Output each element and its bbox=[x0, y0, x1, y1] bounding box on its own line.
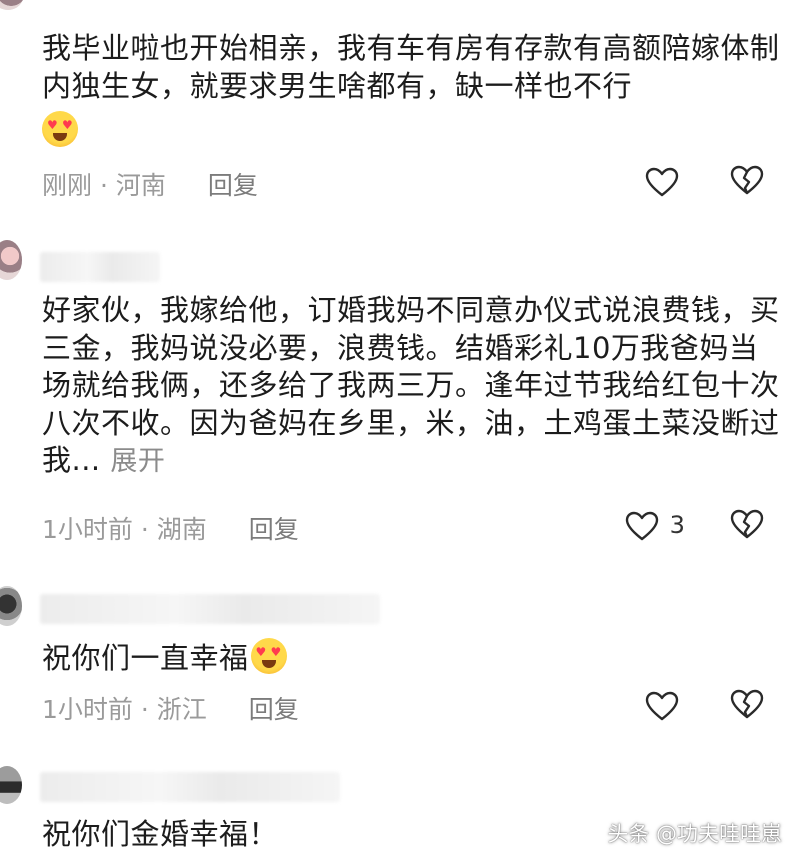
dislike-button[interactable] bbox=[730, 689, 764, 719]
heart-outline-icon bbox=[625, 509, 668, 540]
broken-heart-icon bbox=[730, 509, 764, 539]
comment-text: 祝你们一直幸福 ♥ ♥ bbox=[42, 638, 782, 678]
like-count: 3 bbox=[669, 511, 685, 539]
avatar[interactable] bbox=[0, 0, 24, 10]
like-button[interactable] bbox=[645, 165, 679, 197]
heart-outline-icon bbox=[645, 689, 679, 720]
comment-time: 1小时前 bbox=[42, 515, 133, 544]
avatar[interactable] bbox=[0, 240, 22, 280]
comment-time: 刚刚 bbox=[42, 171, 93, 200]
comment-meta: 1小时前 · 浙江 回复 bbox=[42, 695, 299, 724]
reply-button[interactable]: 回复 bbox=[249, 695, 299, 724]
heart-eyes-emoji: ♥ ♥ bbox=[250, 638, 287, 674]
reply-button[interactable]: 回复 bbox=[249, 515, 299, 544]
like-button[interactable]: 3 bbox=[625, 509, 685, 541]
broken-heart-icon bbox=[730, 689, 764, 719]
comment-meta: 刚刚 · 河南 回复 bbox=[42, 171, 258, 200]
like-button[interactable] bbox=[645, 689, 679, 721]
avatar[interactable] bbox=[0, 766, 22, 804]
comment-location: 浙江 bbox=[156, 695, 207, 724]
comment-time: 1小时前 bbox=[42, 695, 133, 724]
heart-outline-icon bbox=[645, 165, 679, 196]
comment-item: 好家伙，我嫁给他，订婚我妈不同意办仪式说浪费钱，买三金，我妈说没必要，浪费钱。结… bbox=[0, 230, 800, 560]
reply-button[interactable]: 回复 bbox=[208, 171, 258, 200]
comment-location: 湖南 bbox=[156, 515, 207, 544]
heart-eyes-emoji: ♥ ♥ bbox=[42, 111, 78, 147]
comment-location: 河南 bbox=[115, 171, 166, 200]
username-blurred bbox=[40, 772, 340, 802]
comment-meta: 1小时前 · 湖南 回复 bbox=[42, 515, 299, 544]
expand-link[interactable]: 展开 bbox=[110, 446, 165, 477]
comment-item: 祝你们一直幸福 ♥ ♥ 1小时前 · 浙江 回复 bbox=[0, 580, 800, 750]
dislike-button[interactable] bbox=[730, 165, 764, 195]
dislike-button[interactable] bbox=[730, 509, 764, 539]
username-blurred bbox=[40, 252, 160, 282]
broken-heart-icon bbox=[730, 165, 764, 195]
username-blurred bbox=[40, 594, 380, 624]
comment-text: 我毕业啦也开始相亲，我有车有房有存款有高额陪嫁体制内独生女，就要求男生啥都有，缺… bbox=[42, 30, 782, 151]
watermark: 头条 @功夫哇哇崽 bbox=[607, 822, 782, 846]
comment-text: 好家伙，我嫁给他，订婚我妈不同意办仪式说浪费钱，买三金，我妈说没必要，浪费钱。结… bbox=[42, 293, 780, 477]
comment-item: 我毕业啦也开始相亲，我有车有房有存款有高额陪嫁体制内独生女，就要求男生啥都有，缺… bbox=[0, 0, 800, 215]
avatar[interactable] bbox=[0, 586, 22, 626]
